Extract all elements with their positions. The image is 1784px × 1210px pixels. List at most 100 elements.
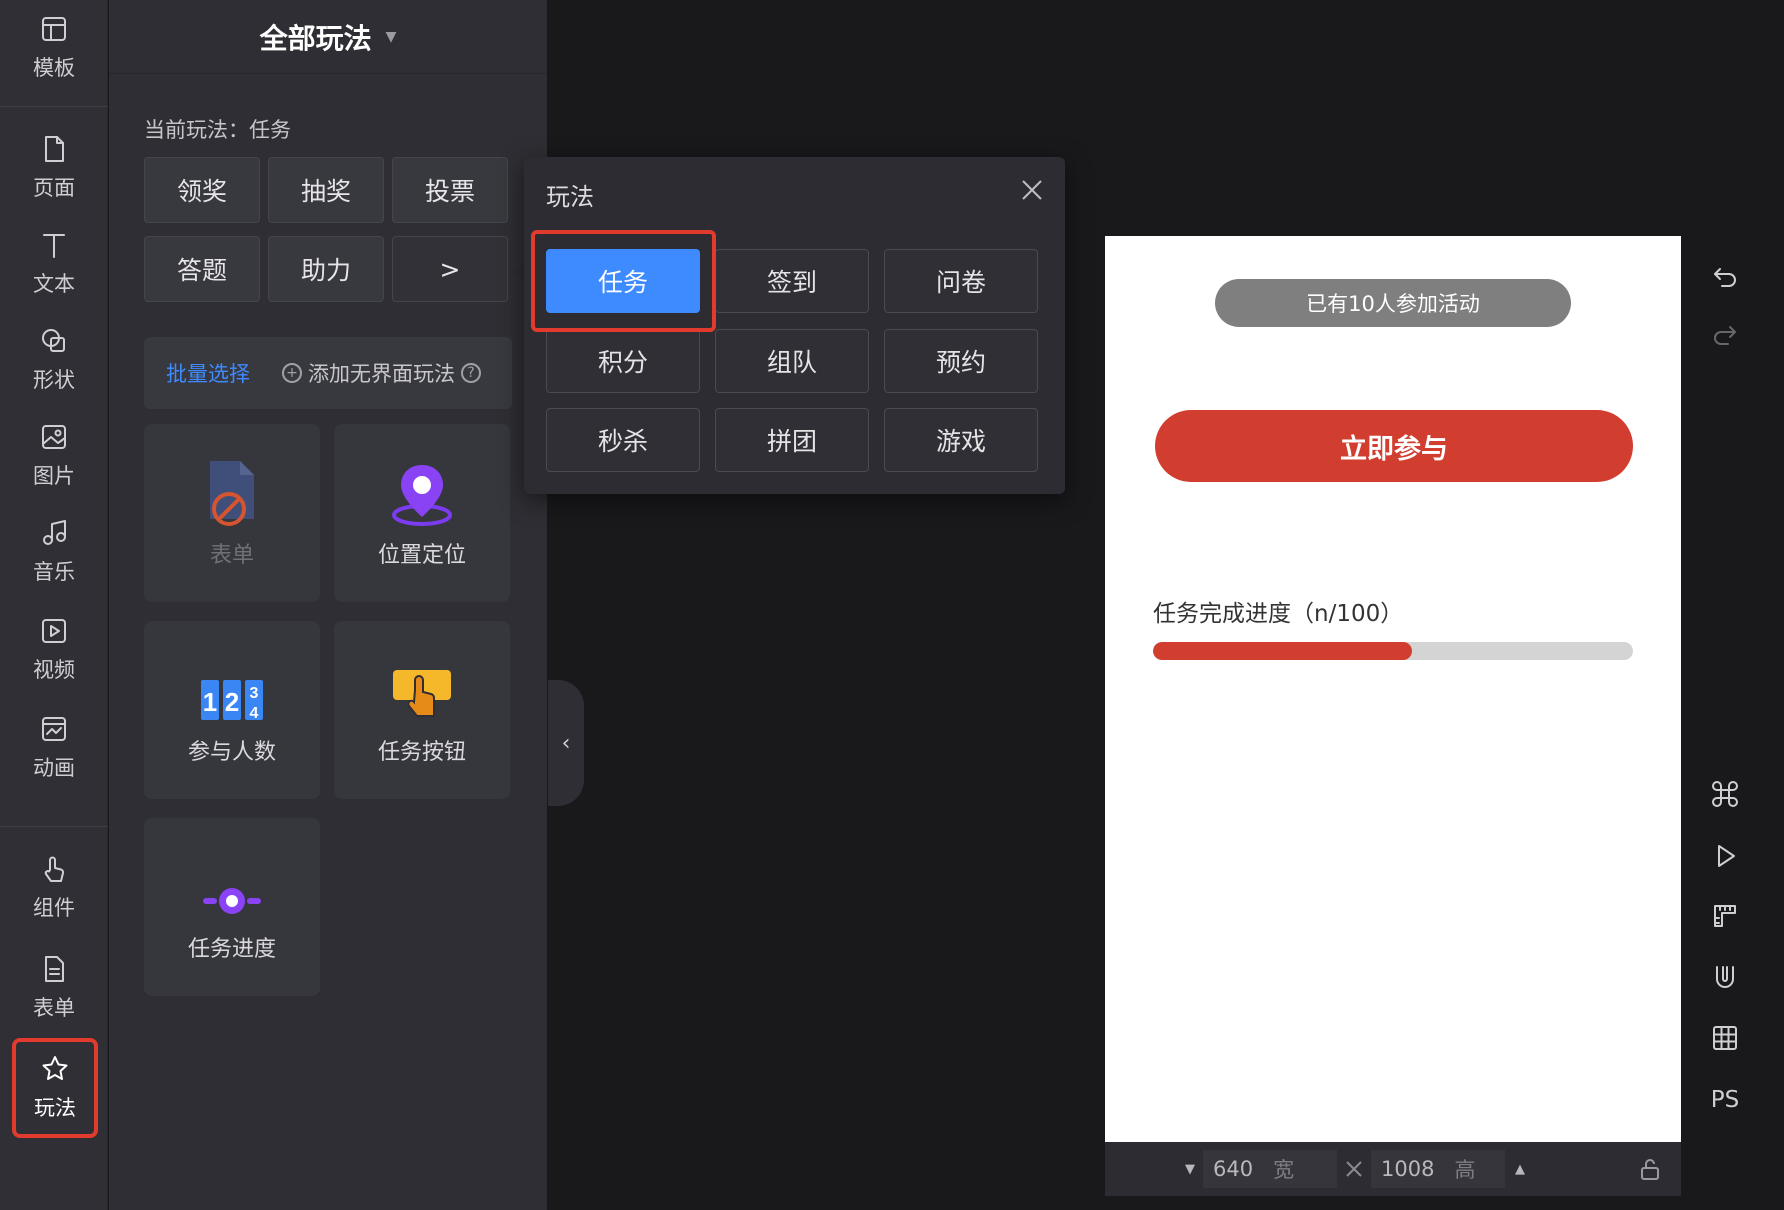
nav-item-label: 视频 bbox=[33, 658, 75, 682]
unlock-icon[interactable] bbox=[1639, 1157, 1661, 1181]
component-card-participants[interactable]: 1 2 3 4 参与人数 bbox=[144, 621, 320, 799]
nav-item-label: 音乐 bbox=[33, 560, 75, 584]
width-value: 640 bbox=[1213, 1157, 1254, 1181]
command-icon[interactable] bbox=[1707, 776, 1743, 812]
gameplay-option[interactable]: 问卷 bbox=[884, 249, 1038, 313]
caret-down-icon: ▼ bbox=[385, 28, 397, 45]
help-icon[interactable]: ? bbox=[461, 363, 481, 383]
category-button[interactable]: 投票 bbox=[392, 157, 508, 223]
gameplay-option[interactable]: 积分 bbox=[546, 329, 700, 393]
category-button[interactable]: 助力 bbox=[268, 236, 384, 302]
gameplay-option[interactable]: 预约 bbox=[884, 329, 1038, 393]
nav-item-shape[interactable]: 形状 bbox=[0, 312, 108, 408]
times-icon bbox=[1346, 1161, 1362, 1177]
nav-item-label: 形状 bbox=[33, 368, 75, 392]
card-label: 表单 bbox=[209, 543, 254, 568]
form-icon bbox=[45, 956, 64, 982]
nav-item-label: 表单 bbox=[33, 996, 75, 1020]
template-icon bbox=[42, 17, 66, 41]
grid-icon[interactable] bbox=[1707, 1020, 1743, 1056]
progress-label[interactable]: 任务完成进度（n/100） bbox=[1153, 594, 1403, 628]
ps-label: PS bbox=[1710, 1087, 1740, 1113]
nav-divider bbox=[0, 826, 108, 827]
card-label: 参与人数 bbox=[187, 740, 276, 765]
nav-divider bbox=[0, 106, 108, 107]
nav-item-video[interactable]: 视频 bbox=[0, 602, 108, 698]
location-pin-icon bbox=[392, 465, 452, 526]
gameplay-option[interactable]: 拼团 bbox=[715, 408, 869, 472]
gameplay-option-task[interactable]: 任务 bbox=[546, 249, 700, 313]
counter-digit: 3 bbox=[250, 685, 259, 702]
height-field[interactable]: 1008 高 bbox=[1371, 1150, 1505, 1188]
canvas-size-bar: ▼ 640 宽 1008 高 ▲ bbox=[1105, 1142, 1681, 1196]
nav-item-image[interactable]: 图片 bbox=[0, 408, 108, 504]
counter-icon: 1 2 3 4 bbox=[201, 680, 263, 722]
join-now-button[interactable]: 立即参与 bbox=[1155, 410, 1633, 482]
page-icon bbox=[45, 136, 64, 162]
category-button[interactable]: 抽奖 bbox=[268, 157, 384, 223]
ps-import-button[interactable]: PS bbox=[1707, 1082, 1743, 1118]
gameplay-option[interactable]: 游戏 bbox=[884, 408, 1038, 472]
left-nav: 模板 页面 文本 形状 图片 音乐 视频 动画 组件 表单 玩法 bbox=[0, 0, 108, 1210]
component-card-form[interactable]: 表单 bbox=[144, 424, 320, 602]
batch-toolbar: 批量选择 + 添加无界面玩法 ? bbox=[144, 337, 512, 409]
redo-icon[interactable] bbox=[1707, 316, 1743, 352]
nav-item-animation[interactable]: 动画 bbox=[0, 700, 108, 796]
batch-select-link[interactable]: 批量选择 bbox=[166, 358, 250, 388]
gameplay-icon bbox=[42, 1056, 68, 1080]
play-preview-icon[interactable] bbox=[1707, 838, 1743, 874]
nav-item-label: 组件 bbox=[33, 896, 75, 920]
participants-badge[interactable]: 已有10人参加活动 bbox=[1215, 279, 1571, 327]
counter-digit: 1 bbox=[203, 687, 217, 717]
nav-item-label: 页面 bbox=[33, 176, 75, 200]
card-label: 位置定位 bbox=[377, 543, 466, 568]
category-button[interactable]: 答题 bbox=[144, 236, 260, 302]
nav-item-page[interactable]: 页面 bbox=[0, 120, 108, 216]
video-icon bbox=[42, 619, 66, 643]
counter-digit: 4 bbox=[250, 705, 259, 722]
nav-item-label: 文本 bbox=[33, 272, 75, 296]
image-icon bbox=[42, 425, 66, 449]
phone-canvas: 已有10人参加活动 立即参与 任务完成进度（n/100） bbox=[1105, 236, 1681, 1142]
magnet-icon[interactable] bbox=[1707, 960, 1743, 996]
add-headless-label: 添加无界面玩法 bbox=[308, 362, 455, 386]
triangle-down-icon[interactable]: ▼ bbox=[1185, 1162, 1195, 1177]
category-button[interactable]: 领奖 bbox=[144, 157, 260, 223]
gameplay-popover: 玩法 任务 签到 问卷 积分 组队 预约 秒杀 拼团 游戏 bbox=[524, 157, 1065, 494]
width-field[interactable]: 640 宽 bbox=[1203, 1150, 1337, 1188]
form-disabled-icon bbox=[210, 461, 254, 526]
component-card-location[interactable]: 位置定位 bbox=[334, 424, 510, 602]
nav-item-music[interactable]: 音乐 bbox=[0, 504, 108, 600]
component-card-task-button[interactable]: 任务按钮 bbox=[334, 621, 510, 799]
nav-item-component[interactable]: 组件 bbox=[0, 840, 108, 936]
nav-item-label: 动画 bbox=[33, 756, 75, 780]
task-button-icon bbox=[393, 670, 451, 717]
nav-item-template[interactable]: 模板 bbox=[0, 0, 108, 96]
progress-track[interactable] bbox=[1153, 642, 1633, 660]
nav-item-label: 图片 bbox=[33, 464, 75, 488]
nav-item-label: 模板 bbox=[33, 56, 75, 80]
nav-item-gameplay[interactable]: 玩法 bbox=[12, 1038, 98, 1138]
nav-item-text[interactable]: 文本 bbox=[0, 216, 108, 312]
gameplay-option[interactable]: 签到 bbox=[715, 249, 869, 313]
music-icon bbox=[43, 520, 66, 545]
plus-circle-icon: + bbox=[282, 363, 302, 383]
ruler-icon[interactable] bbox=[1707, 898, 1743, 934]
nav-item-label: 玩法 bbox=[34, 1096, 76, 1120]
gameplay-option[interactable]: 组队 bbox=[715, 329, 869, 393]
collapse-panel-button[interactable]: ‹ bbox=[548, 680, 584, 806]
add-headless-link[interactable]: + 添加无界面玩法 ? bbox=[282, 358, 487, 388]
close-icon[interactable] bbox=[1019, 177, 1045, 203]
nav-item-form[interactable]: 表单 bbox=[0, 940, 108, 1036]
more-categories-button[interactable]: > bbox=[392, 236, 508, 302]
card-label: 任务进度 bbox=[187, 937, 276, 962]
counter-digit: 2 bbox=[225, 687, 239, 717]
undo-icon[interactable] bbox=[1707, 258, 1743, 294]
triangle-up-icon[interactable]: ▲ bbox=[1515, 1162, 1525, 1177]
current-gameplay-label: 当前玩法：任务 bbox=[144, 118, 291, 142]
panel-title-dropdown[interactable]: 全部玩法 ▼ bbox=[109, 0, 547, 74]
chevron-left-icon: ‹ bbox=[561, 730, 571, 756]
component-card-task-progress[interactable]: 任务进度 bbox=[144, 818, 320, 996]
gameplay-option[interactable]: 秒杀 bbox=[546, 408, 700, 472]
width-unit: 宽 bbox=[1273, 1158, 1295, 1182]
